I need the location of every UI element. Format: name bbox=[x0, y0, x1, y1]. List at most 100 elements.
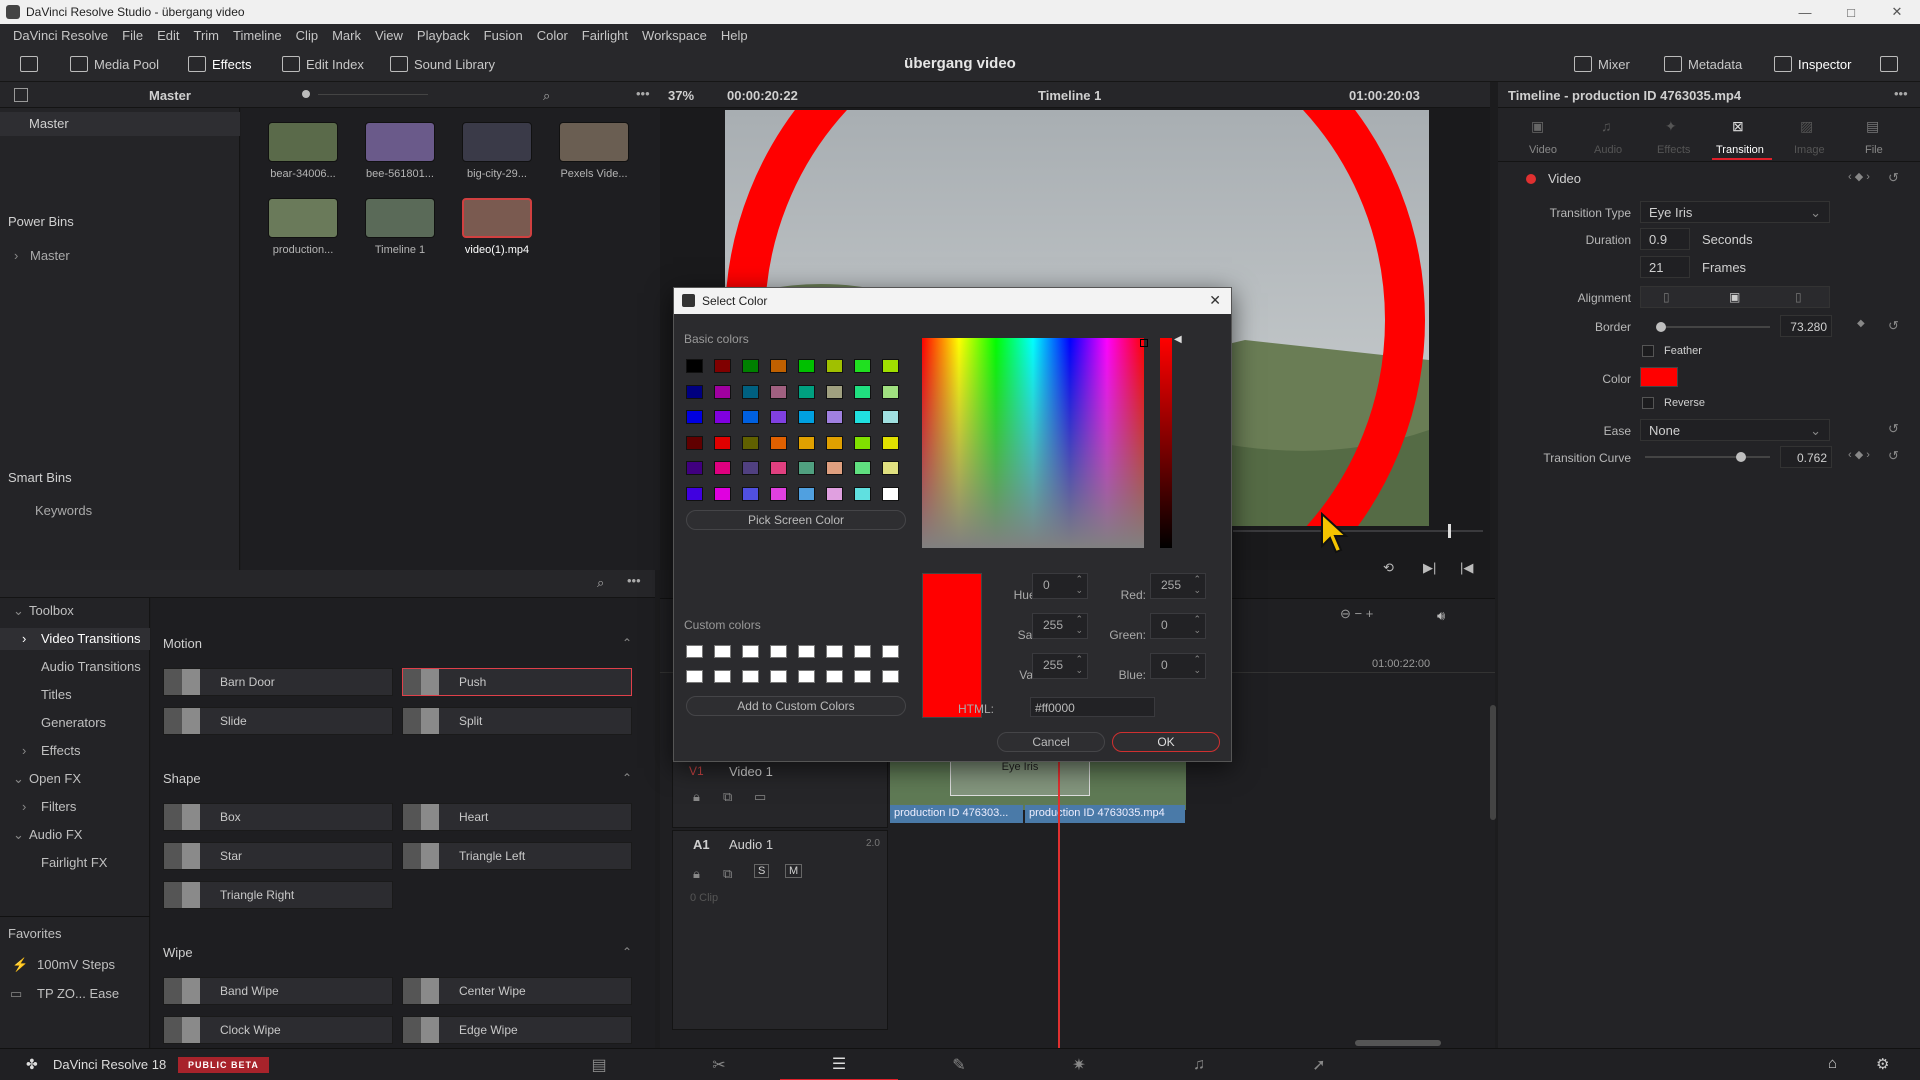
go-to-end-icon[interactable]: |◀ bbox=[1460, 560, 1473, 576]
basic-color-swatch[interactable] bbox=[770, 359, 787, 373]
collapse-icon[interactable]: ⌃ bbox=[622, 945, 632, 959]
custom-color-swatch[interactable] bbox=[798, 670, 815, 683]
pick-screen-color-button[interactable]: Pick Screen Color bbox=[686, 510, 906, 530]
basic-color-swatch[interactable] bbox=[770, 486, 787, 501]
media-thumb[interactable] bbox=[559, 122, 629, 162]
track-id-a1[interactable]: A1 bbox=[693, 837, 710, 852]
chevron-right-icon[interactable]: › bbox=[22, 631, 26, 646]
basic-color-swatch[interactable] bbox=[826, 486, 843, 501]
monitor-icon[interactable] bbox=[20, 46, 38, 82]
basic-color-swatch[interactable] bbox=[742, 435, 759, 450]
tree-filters[interactable]: Filters bbox=[41, 799, 76, 814]
add-custom-colors-button[interactable]: Add to Custom Colors bbox=[686, 696, 906, 716]
tree-open-fx[interactable]: Open FX bbox=[29, 771, 81, 786]
basic-color-swatch[interactable] bbox=[770, 461, 787, 475]
menu-fusion[interactable]: Fusion bbox=[477, 28, 530, 43]
basic-color-swatch[interactable] bbox=[742, 486, 759, 501]
tree-effects[interactable]: Effects bbox=[41, 743, 81, 758]
basic-color-swatch[interactable] bbox=[742, 359, 759, 373]
custom-color-swatch[interactable] bbox=[770, 645, 787, 658]
collapse-icon[interactable]: ⌃ bbox=[622, 771, 632, 785]
custom-color-swatch[interactable] bbox=[714, 670, 731, 683]
basic-color-swatch[interactable] bbox=[714, 435, 731, 450]
custom-color-swatch[interactable] bbox=[798, 645, 815, 658]
next-frame-icon[interactable]: ▶| bbox=[1423, 560, 1436, 576]
bin-master[interactable]: Master bbox=[29, 116, 69, 131]
media-thumb[interactable] bbox=[365, 198, 435, 238]
basic-color-swatch[interactable] bbox=[714, 486, 731, 501]
val-spinbox[interactable]: 255 bbox=[1032, 653, 1088, 679]
custom-color-swatch[interactable] bbox=[742, 670, 759, 683]
mixer-button[interactable]: Mixer bbox=[1574, 46, 1630, 82]
basic-color-swatch[interactable] bbox=[686, 486, 703, 501]
fusion-page-icon[interactable]: ✎ bbox=[900, 1049, 1018, 1080]
basic-color-swatch[interactable] bbox=[854, 410, 871, 424]
tab-file[interactable]: File bbox=[1865, 144, 1883, 156]
basic-color-swatch[interactable] bbox=[714, 461, 731, 475]
media-thumb[interactable] bbox=[268, 198, 338, 238]
fx-center-wipe[interactable]: Center Wipe bbox=[402, 977, 632, 1005]
color-picker-crosshair[interactable] bbox=[1140, 339, 1148, 347]
reset-icon[interactable]: ↺ bbox=[1888, 318, 1899, 334]
menu-view[interactable]: View bbox=[368, 28, 410, 43]
cancel-button[interactable]: Cancel bbox=[997, 732, 1105, 752]
more-options-icon[interactable]: ••• bbox=[636, 86, 650, 101]
duration-frames-field[interactable]: 21 bbox=[1640, 256, 1690, 278]
tree-titles[interactable]: Titles bbox=[41, 687, 72, 702]
disable-video-icon[interactable]: ▭ bbox=[754, 789, 766, 805]
basic-color-swatch[interactable] bbox=[882, 410, 899, 424]
close-button[interactable]: ✕ bbox=[1874, 0, 1920, 24]
media-thumb[interactable] bbox=[365, 122, 435, 162]
basic-color-swatch[interactable] bbox=[798, 486, 815, 501]
basic-color-swatch[interactable] bbox=[686, 435, 703, 450]
media-thumb-selected[interactable] bbox=[462, 198, 532, 238]
hue-saturation-field[interactable] bbox=[922, 338, 1144, 548]
scrubber-playhead[interactable] bbox=[1448, 524, 1451, 538]
thumbnail-size-slider[interactable] bbox=[302, 90, 310, 98]
video-section-toggle[interactable] bbox=[1526, 174, 1536, 184]
basic-color-swatch[interactable] bbox=[826, 435, 843, 450]
keyframe-icon[interactable]: ◆ bbox=[1857, 318, 1865, 329]
tab-transition[interactable]: Transition bbox=[1716, 144, 1764, 156]
media-thumb[interactable] bbox=[268, 122, 338, 162]
menu-playback[interactable]: Playback bbox=[410, 28, 477, 43]
basic-color-swatch[interactable] bbox=[798, 384, 815, 399]
chevron-right-icon[interactable]: › bbox=[22, 743, 26, 758]
edit-page-icon[interactable]: ☰ bbox=[780, 1049, 898, 1080]
border-slider-track[interactable] bbox=[1660, 326, 1770, 328]
ease-select[interactable]: None ⌄ bbox=[1640, 419, 1830, 441]
home-icon[interactable]: ⌂ bbox=[1828, 1055, 1837, 1072]
basic-color-swatch[interactable] bbox=[714, 359, 731, 373]
basic-color-swatch[interactable] bbox=[742, 384, 759, 399]
lock-icon[interactable]: 🔒︎ bbox=[693, 789, 700, 805]
reset-icon[interactable]: ↺ bbox=[1888, 448, 1899, 464]
edit-index-button[interactable]: Edit Index bbox=[282, 46, 364, 82]
fullscreen-icon[interactable] bbox=[1880, 46, 1898, 82]
timeline-selector[interactable]: Timeline 1 bbox=[1038, 88, 1101, 103]
reset-icon[interactable]: ↺ bbox=[1888, 170, 1899, 186]
chevron-right-icon[interactable]: › bbox=[14, 248, 18, 263]
basic-color-swatch[interactable] bbox=[854, 359, 871, 373]
fx-heart[interactable]: Heart bbox=[402, 803, 632, 831]
custom-color-swatch[interactable] bbox=[742, 645, 759, 658]
settings-gear-icon[interactable]: ⚙ bbox=[1876, 1055, 1889, 1073]
border-field[interactable]: 73.280 bbox=[1780, 315, 1832, 337]
fairlight-page-icon[interactable]: ♫ bbox=[1140, 1049, 1258, 1080]
fx-edge-wipe[interactable]: Edge Wipe bbox=[402, 1016, 632, 1044]
keyframe-nav-icon[interactable]: ‹ ◆ › bbox=[1848, 170, 1870, 183]
color-swatch[interactable] bbox=[1640, 367, 1678, 387]
feather-checkbox[interactable] bbox=[1642, 345, 1654, 357]
basic-color-swatch[interactable] bbox=[742, 461, 759, 475]
basic-color-swatch[interactable] bbox=[798, 461, 815, 475]
color-page-icon[interactable]: ✷ bbox=[1020, 1049, 1138, 1080]
blue-spinbox[interactable]: 0 bbox=[1150, 653, 1206, 679]
menu-workspace[interactable]: Workspace bbox=[635, 28, 714, 43]
value-slider[interactable] bbox=[1160, 338, 1172, 548]
basic-color-swatch[interactable] bbox=[882, 461, 899, 475]
red-spinbox[interactable]: 255 bbox=[1150, 573, 1206, 599]
basic-color-swatch[interactable] bbox=[714, 384, 731, 399]
search-icon[interactable]: ⌕ bbox=[543, 88, 550, 104]
align-start-icon[interactable]: ▯ bbox=[1795, 290, 1802, 304]
clip-label-2[interactable]: production ID 4763035.mp4 bbox=[1025, 805, 1185, 823]
reset-icon[interactable]: ↺ bbox=[1888, 421, 1899, 437]
